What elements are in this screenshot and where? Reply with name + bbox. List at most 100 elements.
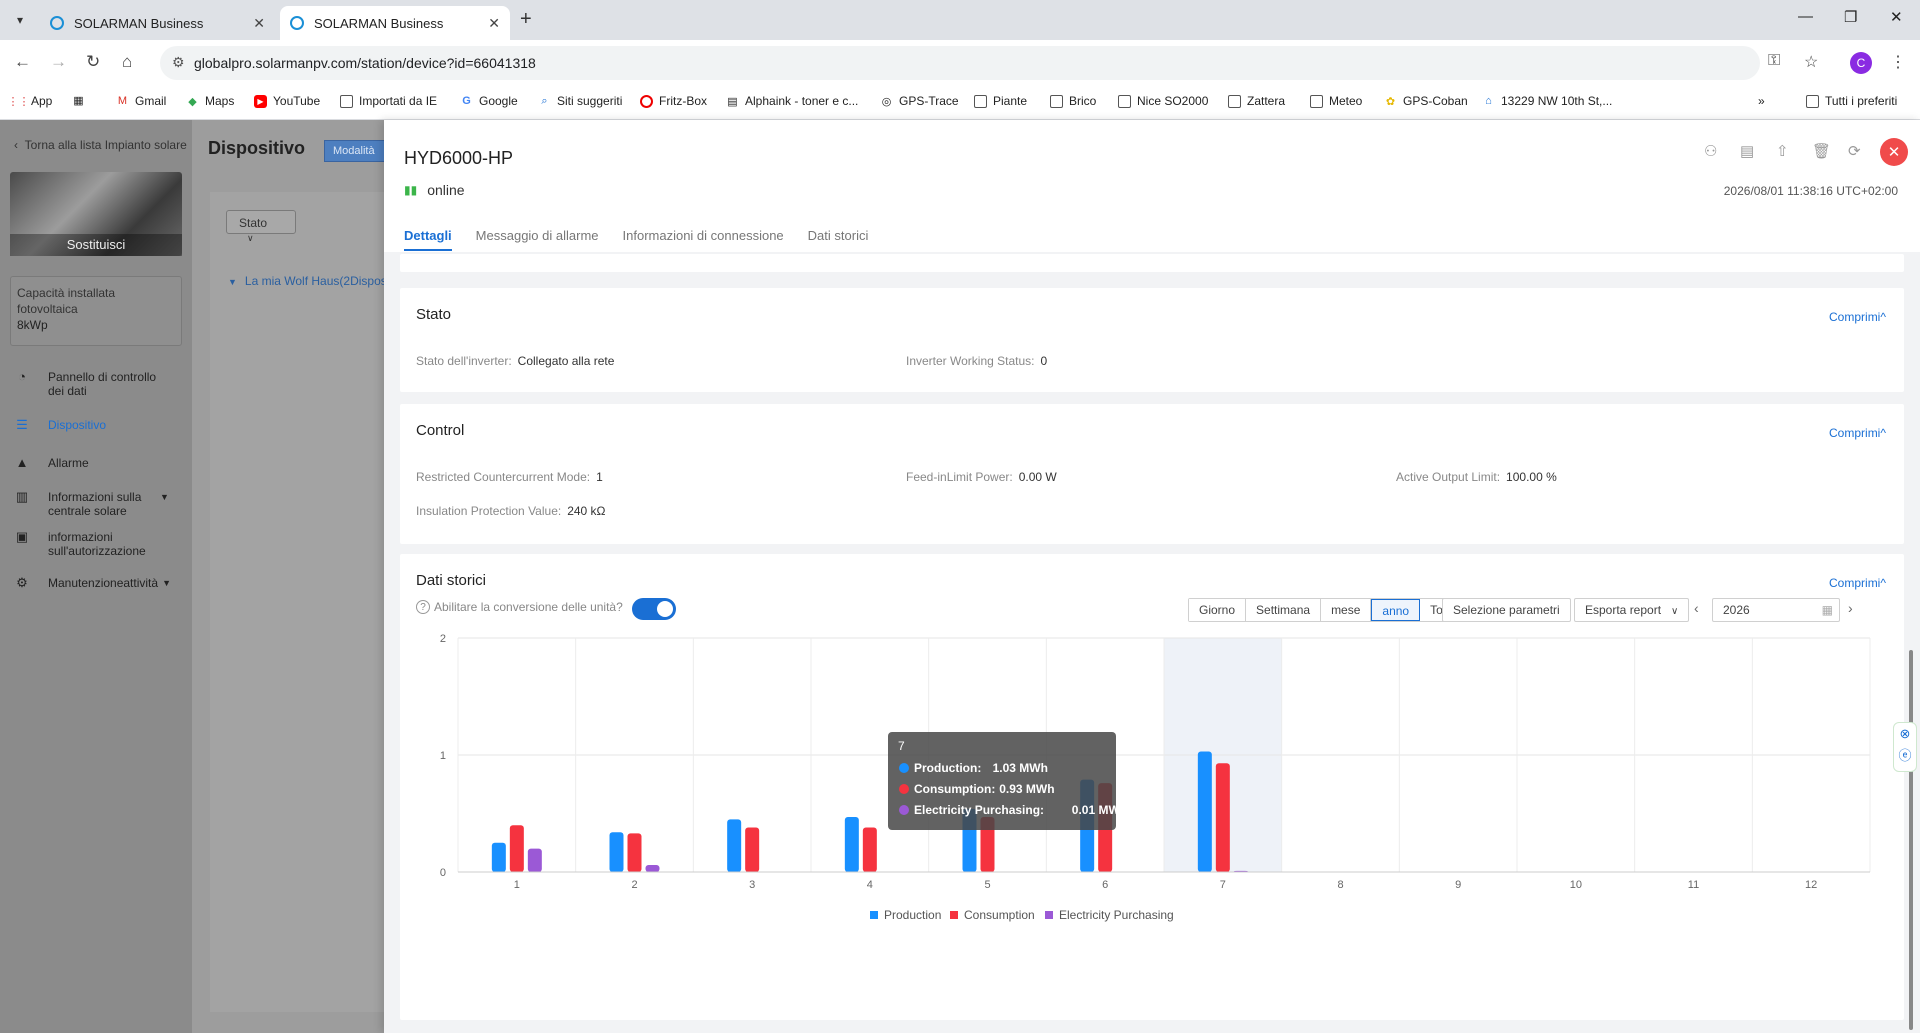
period-year-button[interactable]: anno [1371, 599, 1421, 621]
sidebar-item-maintenance[interactable]: ⚙ Manutenzioneattività ▼ [14, 576, 171, 592]
close-tab-icon[interactable]: ✕ [488, 15, 500, 32]
help-icon[interactable]: ? [416, 600, 430, 614]
year-picker[interactable]: 2026 ▦ [1712, 598, 1840, 622]
omnibox[interactable]: ⚙ globalpro.solarmanpv.com/station/devic… [160, 46, 1760, 80]
tab-details[interactable]: Dettagli [404, 228, 452, 251]
period-week-button[interactable]: Settimana [1246, 599, 1322, 621]
active-output-limit-field: Active Output Limit: 100.00 % [1396, 470, 1557, 484]
bookmark-gmail[interactable]: M Gmail [116, 94, 166, 108]
password-key-icon[interactable]: ⚿ [1768, 52, 1780, 70]
folder-icon [1228, 94, 1241, 108]
close-tab-icon[interactable]: ✕ [253, 15, 265, 32]
bar-consumption [627, 833, 642, 872]
bookmark-nice[interactable]: Nice SO2000 [1118, 94, 1208, 108]
folder-icon [974, 94, 987, 108]
previous-year-icon[interactable]: ‹ [1694, 600, 1699, 616]
bookmark-address[interactable]: ⌂ 13229 NW 10th St,... [1482, 94, 1612, 108]
new-tab-icon[interactable]: + [520, 8, 532, 31]
sidebar-item-device[interactable]: ☰ Dispositivo [14, 418, 106, 434]
forward-arrow-icon[interactable]: → [50, 52, 67, 72]
bookmark-google[interactable]: G Google [460, 94, 517, 108]
device-list-panel: Dispositivo Modalità Stato ∨ ▼ La mia Wol… [192, 120, 387, 1033]
x-tick-label: 1 [514, 879, 520, 891]
delete-icon[interactable]: 🗑 [1812, 142, 1831, 160]
export-report-dropdown[interactable]: Esporta report ∨ [1574, 598, 1690, 622]
bookmark-all[interactable]: Tutti i preferiti [1806, 94, 1897, 108]
sidebar-item-plant-info[interactable]: ▥ Informazioni sulla centrale solare ▼ [14, 490, 169, 519]
close-window-icon[interactable]: ✕ [1890, 8, 1903, 26]
bookmark-youtube[interactable]: ▶ YouTube [254, 94, 320, 108]
tab-alarm-messages[interactable]: Messaggio di allarme [476, 228, 599, 251]
close-circle-icon[interactable]: ⊗ [1894, 723, 1916, 745]
tooltip-row-label: Production: [914, 761, 981, 775]
sidebar-item-dashboard[interactable]: ◔ Pannello di controllo dei dati [14, 370, 168, 399]
stato-collapse-button[interactable]: Comprimi^ [1829, 310, 1886, 324]
bar-production [1197, 751, 1212, 872]
minimize-icon[interactable]: — [1798, 8, 1813, 25]
inverter-working-status-field: Inverter Working Status: 0 [906, 354, 1048, 368]
network-icon[interactable]: ⚇ [1704, 142, 1717, 160]
bookmarks-bar: ⋮⋮ App ▦ M Gmail ◆ Maps ▶ YouTube Importati … [0, 86, 1920, 120]
bookmark-zattera[interactable]: Zattera [1228, 94, 1285, 108]
x-tick-label: 10 [1570, 879, 1582, 891]
back-to-plant-list-link[interactable]: ‹ Torna alla lista Impianto solare [14, 138, 187, 152]
tree-item-plant[interactable]: ▼ La mia Wolf Haus(2Dispos [228, 274, 387, 288]
back-arrow-icon[interactable]: ← [14, 52, 31, 72]
home-icon[interactable]: ⌂ [122, 52, 132, 72]
upload-icon[interactable]: ⇧ [1776, 142, 1789, 160]
browser-menu-icon[interactable]: ⋮ [1890, 52, 1906, 72]
e-icon[interactable]: ⓔ [1894, 745, 1916, 767]
bookmark-meteo[interactable]: Meteo [1310, 94, 1362, 108]
y-axis-unit-label: MWh [422, 624, 448, 625]
bookmark-gpstrace[interactable]: ◎ GPS-Trace [880, 94, 959, 108]
bookmark-piante[interactable]: Piante [974, 94, 1027, 108]
sidebar-item-alarm[interactable]: ▲ Allarme [14, 456, 89, 472]
bookmark-brico[interactable]: Brico [1050, 94, 1096, 108]
device-status: ▮▮ online [404, 182, 465, 198]
select-parameters-button[interactable]: Selezione parametri [1442, 598, 1571, 622]
terminal-icon[interactable]: ▤ [1740, 142, 1754, 160]
bar-production [844, 817, 859, 872]
next-year-icon[interactable]: › [1848, 600, 1853, 616]
bookmark-alphaink[interactable]: ▤ Alphaink - toner e c... [726, 94, 858, 108]
status-filter-select[interactable]: Stato ∨ [226, 210, 296, 243]
unit-conversion-toggle[interactable] [632, 598, 676, 620]
refresh-icon[interactable]: ⟳ [1848, 142, 1861, 160]
bookmarks-overflow-icon[interactable]: » [1758, 94, 1765, 108]
tab-history[interactable]: Dati storici [808, 228, 869, 251]
url-text[interactable]: globalpro.solarmanpv.com/station/device?… [194, 55, 536, 71]
control-collapse-button[interactable]: Comprimi^ [1829, 426, 1886, 440]
chevron-up-icon: ^ [1880, 426, 1886, 440]
bookmark-fritzbox[interactable]: Fritz-Box [640, 94, 707, 108]
bookmark-star-icon[interactable]: ☆ [1804, 52, 1818, 72]
fritzbox-icon [640, 94, 653, 108]
bookmark-gpscoban[interactable]: ✿ GPS-Coban [1384, 94, 1468, 108]
tab-connection-info[interactable]: Informazioni di connessione [623, 228, 784, 251]
x-tick-label: 8 [1337, 879, 1343, 891]
drawer-scrollbar[interactable] [1909, 650, 1913, 1030]
x-tick-label: 5 [984, 879, 990, 891]
mode-button[interactable]: Modalità [324, 140, 386, 162]
bookmark-importati[interactable]: Importati da IE [340, 94, 437, 108]
browser-tab-1[interactable]: SOLARMAN Business ✕ [40, 6, 275, 40]
close-drawer-button[interactable]: ✕ [1880, 138, 1908, 166]
bookmark-grid[interactable]: ▦ [72, 94, 91, 107]
browser-tab-2[interactable]: SOLARMAN Business ✕ [280, 6, 510, 40]
period-day-button[interactable]: Giorno [1189, 599, 1247, 621]
x-tick-label: 2 [631, 879, 637, 891]
period-month-button[interactable]: mese [1321, 599, 1372, 621]
sidebar-item-authorization[interactable]: ▣ informazioni sull'autorizzazione [14, 530, 158, 559]
capacity-value: 8kWp [17, 318, 48, 332]
bookmark-app[interactable]: ⋮⋮ App [8, 94, 53, 108]
bookmark-maps[interactable]: ◆ Maps [186, 94, 234, 108]
reload-icon[interactable]: ↻ [86, 52, 100, 72]
site-info-icon[interactable]: ⚙ [172, 54, 185, 71]
bar-consumption [509, 825, 524, 872]
restore-icon[interactable]: ❐ [1844, 8, 1857, 26]
tab-search-chevron-icon[interactable]: ▾ [8, 8, 32, 32]
replace-photo-button[interactable]: Sostituisci [10, 234, 182, 256]
profile-avatar[interactable]: C [1850, 52, 1872, 74]
history-collapse-button[interactable]: Comprimi^ [1829, 576, 1886, 590]
bookmark-siti[interactable]: ⌕ Siti suggeriti [538, 94, 622, 108]
floating-side-widget[interactable]: ⊗ ⓔ [1893, 722, 1917, 772]
